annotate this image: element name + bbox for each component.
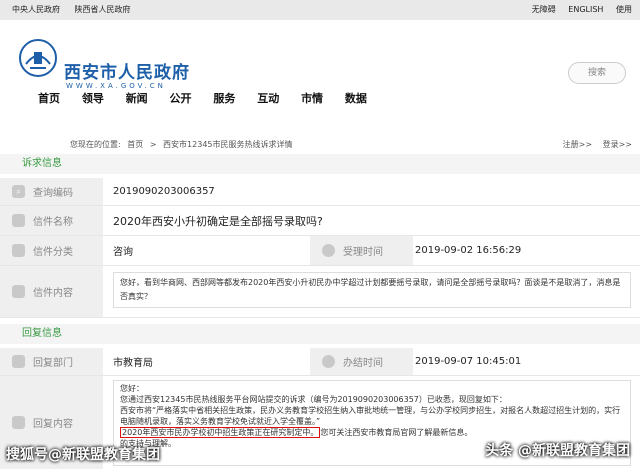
category-icon [12,244,25,257]
completed-time-label: 办结时间 [343,358,383,369]
link-accessibility[interactable]: 无障碍 [532,5,556,14]
clock-icon [322,244,335,257]
site-header: 西安市人民政府 WWW.XA.GOV.CN 搜索 [0,20,640,90]
complaint-content: 您好，看到华商网、西部网等都发布2020年西安小升初民办中学超过计划都要摇号录取… [113,272,631,308]
category-label: 信件分类 [33,247,73,258]
watermark-right: 头条 @新联盟教育集团 [485,443,630,459]
row-content: 信件内容 您好，看到华商网、西部网等都发布2020年西安小升初民办中学超过计划都… [0,266,640,318]
reply-content-label: 回复内容 [33,419,73,430]
query-code-value: 2019090203006357 [113,186,215,197]
message-icon [12,285,25,298]
accepted-time-label: 受理时间 [343,247,383,258]
letter-name-label: 信件名称 [33,217,73,228]
breadcrumb-current: 西安市12345市民服务热线诉求详情 [163,140,293,149]
login-link[interactable]: 登录>> [603,140,632,149]
department-value: 市教育局 [113,358,153,369]
watermark-left: 搜狐号@新联盟教育集团 [6,447,160,463]
link-shaanxi-gov[interactable]: 陕西省人民政府 [75,5,131,14]
reply-highlight: 2020年西安市民办学校初中招生政策正在研究制定中。 [120,427,321,438]
link-english[interactable]: ENGLISH [568,5,603,14]
nav-item-public[interactable]: 公开 [170,92,192,105]
breadcrumb-prefix: 您现在的位置: [70,140,121,149]
breadcrumb: 您现在的位置: 首页 > 西安市12345市民服务热线诉求详情 注册>> 登录>… [0,138,640,152]
link-usage[interactable]: 使用 [616,5,632,14]
breadcrumb-separator: > [149,140,157,149]
category-value: 咨询 [113,247,133,258]
reply-greeting: 您好： [120,384,144,393]
nav-item-leaders[interactable]: 领导 [82,92,104,105]
city-logo-icon [19,39,57,77]
main-nav: 首页 领导 新闻 公开 服务 互动 市情 数据 [38,90,385,106]
site-title[interactable]: 西安市人民政府 [64,58,190,83]
reply-intro: 您通过西安12345市民热线服务平台网站提交的诉求（编号为20190902030… [120,395,507,404]
row-category: 信件分类 咨询 受理时间 2019-09-02 16:56:29 [0,236,640,266]
accepted-time-value: 2019-09-02 16:56:29 [415,245,522,256]
letter-name-value: 2020年西安小升初确定是全部摇号录取吗? [113,214,323,228]
reply-policy: 西安市将“严格落实中省相关招生政策，民办义务教育学校招生纳入审批地统一管理，与公… [120,406,621,426]
nav-item-services[interactable]: 服务 [213,92,235,105]
nav-item-news[interactable]: 新闻 [126,92,148,105]
document-icon [12,214,25,227]
row-department: 回复部门 市教育局 办结时间 2019-09-07 10:45:01 [0,348,640,376]
building-icon [12,355,25,368]
query-code-label: 查询编码 [33,188,73,199]
link-central-gov[interactable]: 中央人民政府 [12,5,60,14]
reply-followup: 您可关注西安市教育局官网了解最新信息。 [320,428,473,437]
nav-item-interaction[interactable]: 互动 [257,92,279,105]
completed-time-value: 2019-09-07 10:45:01 [415,356,522,367]
nav-item-data[interactable]: 数据 [345,92,367,105]
content-label: 信件内容 [33,288,73,299]
breadcrumb-home[interactable]: 首页 [127,140,143,149]
row-letter-name: 信件名称 2020年西安小升初确定是全部摇号录取吗? [0,206,640,236]
complaint-section-title: 诉求信息 [0,154,640,174]
nav-item-city-info[interactable]: 市情 [301,92,323,105]
search-icon: ⌕ [12,185,25,198]
row-query-code: ⌕ 查询编码 2019090203006357 [0,178,640,206]
nav-item-home[interactable]: 首页 [38,92,60,105]
site-url: WWW.XA.GOV.CN [66,82,166,90]
top-bar: 中央人民政府 陕西省人民政府 无障碍 ENGLISH 使用 [0,0,640,20]
department-label: 回复部门 [33,358,73,369]
search-input[interactable]: 搜索 [568,62,626,84]
clock-icon [322,355,335,368]
reply-section-title: 回复信息 [0,324,640,344]
register-link[interactable]: 注册>> [563,140,592,149]
reply-icon [12,416,25,429]
